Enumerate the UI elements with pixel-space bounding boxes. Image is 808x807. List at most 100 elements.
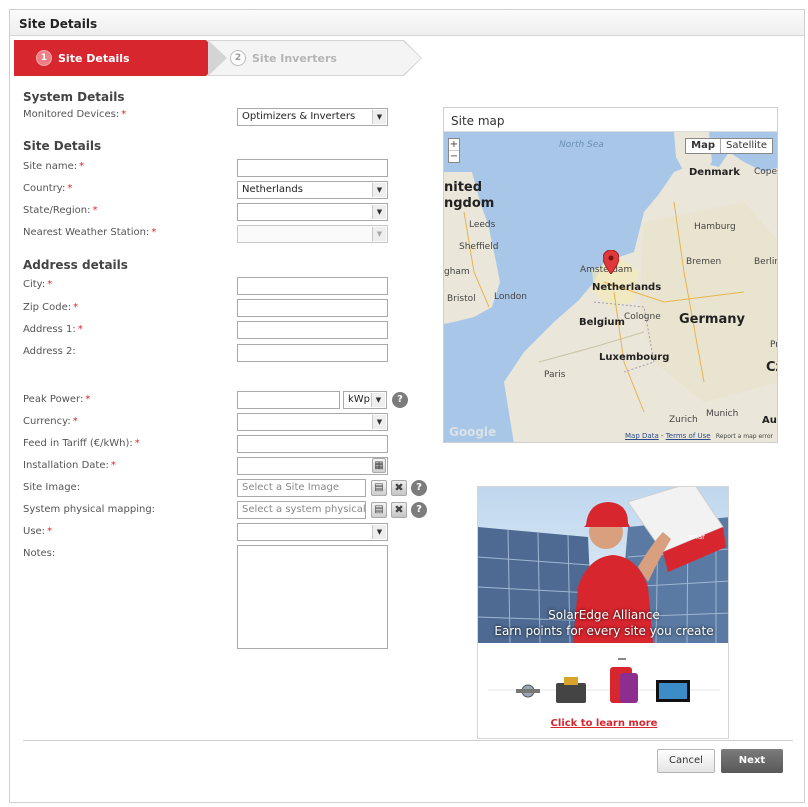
address1-input[interactable] — [237, 321, 388, 339]
installation-date-label: Installation Date: * — [23, 460, 116, 471]
address1-label: Address 1: * — [23, 324, 83, 335]
feed-in-tariff-label: Feed in Tariff (€/kWh): * — [23, 438, 140, 449]
cancel-button[interactable]: Cancel — [657, 749, 715, 773]
map-type-satellite-button[interactable]: Satellite — [721, 139, 772, 153]
map-label: Cz — [766, 360, 777, 375]
wizard-step-site-inverters[interactable]: 2 Site Inverters — [208, 40, 422, 76]
report-map-error-link[interactable]: Report a map error — [716, 433, 773, 440]
address2-label: Address 2: — [23, 346, 76, 357]
map-zoom-control[interactable]: + − — [448, 138, 460, 163]
help-icon[interactable]: ? — [411, 502, 427, 518]
calendar-icon[interactable]: ▦ — [372, 458, 386, 473]
zip-input[interactable] — [237, 299, 388, 317]
installation-date-input[interactable]: ▦ — [237, 457, 388, 475]
map-label: North Sea — [559, 140, 604, 150]
country-label: Country: * — [23, 183, 73, 194]
notes-label: Notes: — [23, 548, 56, 559]
map-label: Cologne — [624, 312, 661, 322]
monitored-devices-select[interactable]: Optimizers & Inverters ▼ — [237, 108, 388, 126]
help-icon[interactable]: ? — [392, 392, 408, 408]
map-canvas[interactable]: + − Map Satellite North Sea Denmark Cope… — [444, 132, 777, 442]
map-label: Hamburg — [694, 222, 736, 232]
learn-more-link[interactable]: Click to learn more — [478, 718, 728, 729]
map-label: Bremen — [686, 257, 722, 267]
wizard-step-site-details[interactable]: 1 Site Details — [14, 40, 224, 76]
google-watermark: Google — [449, 425, 497, 439]
browse-icon[interactable]: ▤ — [371, 480, 387, 496]
help-icon[interactable]: ? — [411, 480, 427, 496]
map-data-link[interactable]: Map Data — [625, 432, 659, 440]
remove-icon[interactable]: ✖ — [391, 502, 407, 518]
country-select[interactable]: Netherlands ▼ — [237, 181, 388, 199]
system-mapping-label: System physical mapping: — [23, 504, 156, 515]
nearest-weather-select[interactable]: ▼ — [237, 225, 388, 243]
map-label: ngdom — [444, 196, 495, 211]
use-select[interactable]: ▼ — [237, 523, 388, 541]
chevron-down-icon: ▼ — [372, 205, 386, 219]
map-label: London — [494, 292, 527, 302]
wizard-steps: 1 Site Details 2 Site Inverters — [14, 40, 434, 76]
map-label: Denmark — [689, 167, 740, 178]
site-details-panel: Site Details 1 Site Details 2 Site Inver… — [9, 9, 805, 803]
peak-power-input[interactable] — [237, 391, 340, 409]
promo-headline: SolarEdge Alliance — [548, 608, 660, 622]
map-label: Belgium — [579, 317, 625, 328]
map-label: Sheffield — [459, 242, 499, 252]
map-label: Germany — [679, 312, 745, 327]
terms-of-use-link[interactable]: Terms of Use — [666, 432, 711, 440]
site-name-input[interactable] — [237, 159, 388, 177]
map-label: Paris — [544, 370, 566, 380]
monitored-devices-label: Monitored Devices: * — [23, 109, 127, 120]
chevron-down-icon: ▼ — [372, 525, 386, 539]
currency-select[interactable]: ▼ — [237, 413, 388, 431]
currency-label: Currency: * — [23, 416, 78, 427]
map-pin-icon[interactable] — [603, 250, 619, 274]
step-label: Site Inverters — [252, 52, 337, 65]
map-label: nited — [444, 180, 483, 195]
system-mapping-input[interactable]: Select a system physical m — [237, 501, 366, 519]
zoom-out-button[interactable]: − — [449, 151, 459, 162]
city-input[interactable] — [237, 277, 388, 295]
rewards-illustration — [488, 658, 720, 703]
notes-textarea[interactable] — [237, 545, 388, 649]
step-label: Site Details — [58, 52, 130, 65]
step-number: 2 — [230, 50, 246, 66]
map-type-toggle[interactable]: Map Satellite — [685, 138, 773, 154]
site-map: Site map + − Map Satellite North Sea Den… — [443, 107, 778, 443]
promo-photo: solar SolarEdge Alliance Earn points for… — [478, 487, 728, 643]
box-brand-text: solar — [688, 533, 705, 541]
feed-in-tariff-input[interactable] — [237, 435, 388, 453]
peak-power-unit-select[interactable]: kWp ▼ — [343, 391, 387, 409]
map-label: gham — [444, 267, 470, 277]
map-label: Bristol — [447, 294, 476, 304]
site-map-title: Site map — [444, 108, 777, 132]
map-label: Pr — [770, 340, 777, 350]
browse-icon[interactable]: ▤ — [371, 502, 387, 518]
zip-label: Zip Code: * — [23, 302, 79, 313]
city-label: City: * — [23, 279, 53, 290]
nearest-weather-label: Nearest Weather Station: * — [23, 227, 157, 238]
address2-input[interactable] — [237, 344, 388, 362]
site-image-input[interactable]: Select a Site Image — [237, 479, 366, 497]
state-region-label: State/Region: * — [23, 205, 98, 216]
section-heading-system: System Details — [23, 90, 125, 104]
solaredge-alliance-promo[interactable]: solar SolarEdge Alliance Earn points for… — [477, 486, 729, 739]
promo-subheadline: Earn points for every site you create — [494, 624, 714, 638]
site-image-label: Site Image: — [23, 482, 81, 493]
map-label: Zurich — [669, 415, 698, 425]
map-label: Berlin — [754, 257, 777, 267]
chevron-down-icon: ▼ — [372, 227, 386, 241]
zoom-in-button[interactable]: + — [449, 139, 459, 151]
map-type-map-button[interactable]: Map — [686, 139, 722, 153]
map-label: Leeds — [469, 220, 496, 230]
section-heading-site: Site Details — [23, 139, 102, 153]
divider — [23, 740, 793, 741]
map-footer: Map Data - Terms of Use Report a map err… — [625, 432, 773, 440]
state-region-select[interactable]: ▼ — [237, 203, 388, 221]
next-button[interactable]: Next — [721, 749, 783, 773]
map-label: Aus — [762, 415, 777, 426]
step-number: 1 — [36, 50, 52, 66]
remove-icon[interactable]: ✖ — [391, 480, 407, 496]
peak-power-label: Peak Power: * — [23, 394, 91, 405]
map-label: Cope — [754, 167, 777, 177]
